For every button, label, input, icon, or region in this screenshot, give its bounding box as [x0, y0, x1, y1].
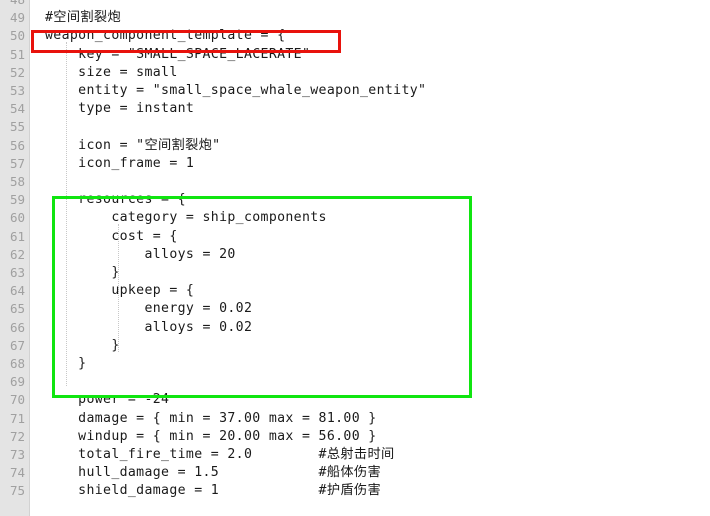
code-line[interactable]: size = small: [45, 64, 178, 82]
code-line[interactable]: shield_damage = 1 #护盾伤害: [45, 482, 381, 500]
line-number: 56: [9, 137, 25, 153]
line-number-gutter[interactable]: 4849 50 51 52 53 54 55 56 57 58 59 60 61 62 63 64 65 66 67…: [0, 0, 30, 516]
code-line[interactable]: hull_damage = 1.5 #船体伤害: [45, 464, 381, 482]
line-number: 55: [9, 119, 25, 135]
line-number: 53: [9, 83, 25, 98]
line-number: 49: [9, 10, 25, 26]
line-number: 73: [9, 447, 25, 462]
line-number: 66: [9, 319, 25, 335]
line-number: 63: [9, 265, 25, 280]
line-number: 70: [9, 392, 25, 408]
line-number: 48: [0, 0, 25, 9]
code-line[interactable]: category = ship_components: [45, 209, 327, 227]
line-number: 54: [9, 101, 25, 117]
code-line[interactable]: cost = {: [45, 228, 178, 246]
code-line[interactable]: }: [45, 264, 120, 282]
code-line[interactable]: weapon_component_template = {: [45, 27, 285, 45]
line-number: 75: [9, 483, 25, 499]
code-line[interactable]: alloys = 20: [45, 246, 236, 264]
line-number: 52: [9, 64, 25, 80]
code-line[interactable]: entity = "small_space_whale_weapon_entit…: [45, 82, 426, 100]
line-number: 65: [9, 301, 25, 317]
code-line[interactable]: }: [45, 355, 86, 373]
code-text-area[interactable]: #空间割裂炮 weapon_component_template = { key …: [31, 0, 710, 516]
line-number: 58: [9, 174, 25, 189]
code-line[interactable]: resources = {: [45, 191, 186, 209]
line-number: 59: [9, 192, 25, 208]
line-number: 64: [9, 283, 25, 299]
code-line[interactable]: energy = 0.02: [45, 300, 252, 318]
code-line[interactable]: windup = { min = 20.00 max = 56.00 }: [45, 428, 377, 446]
line-number: 74: [9, 465, 25, 481]
code-line[interactable]: total_fire_time = 2.0 #总射击时间: [45, 446, 395, 464]
code-line[interactable]: alloys = 0.02: [45, 319, 252, 337]
code-line[interactable]: upkeep = {: [45, 282, 194, 300]
line-number: 61: [9, 228, 25, 244]
line-number: 62: [9, 246, 25, 262]
code-line[interactable]: damage = { min = 37.00 max = 81.00 }: [45, 410, 377, 428]
line-number: 60: [9, 210, 25, 226]
line-number: 67: [9, 337, 25, 353]
code-line[interactable]: icon_frame = 1: [45, 155, 194, 173]
code-line[interactable]: }: [45, 337, 120, 355]
line-number: 72: [9, 428, 25, 444]
line-number: 50: [9, 28, 25, 44]
line-number: 51: [9, 46, 25, 62]
line-number: 68: [9, 356, 25, 371]
code-line[interactable]: icon = "空间割裂炮": [45, 137, 220, 155]
code-line[interactable]: #空间割裂炮: [45, 9, 121, 27]
code-editor-screenshot: 4849 50 51 52 53 54 55 56 57 58 59 60 61 62 63 64 65 66 67…: [0, 0, 710, 516]
line-number: 57: [9, 155, 25, 171]
code-line[interactable]: key = "SMALL_SPACE_LACERATE": [45, 46, 310, 64]
code-line[interactable]: type = instant: [45, 100, 194, 118]
line-number: 69: [9, 374, 25, 390]
line-number: 71: [9, 410, 25, 426]
code-line[interactable]: power = -24: [45, 391, 169, 409]
